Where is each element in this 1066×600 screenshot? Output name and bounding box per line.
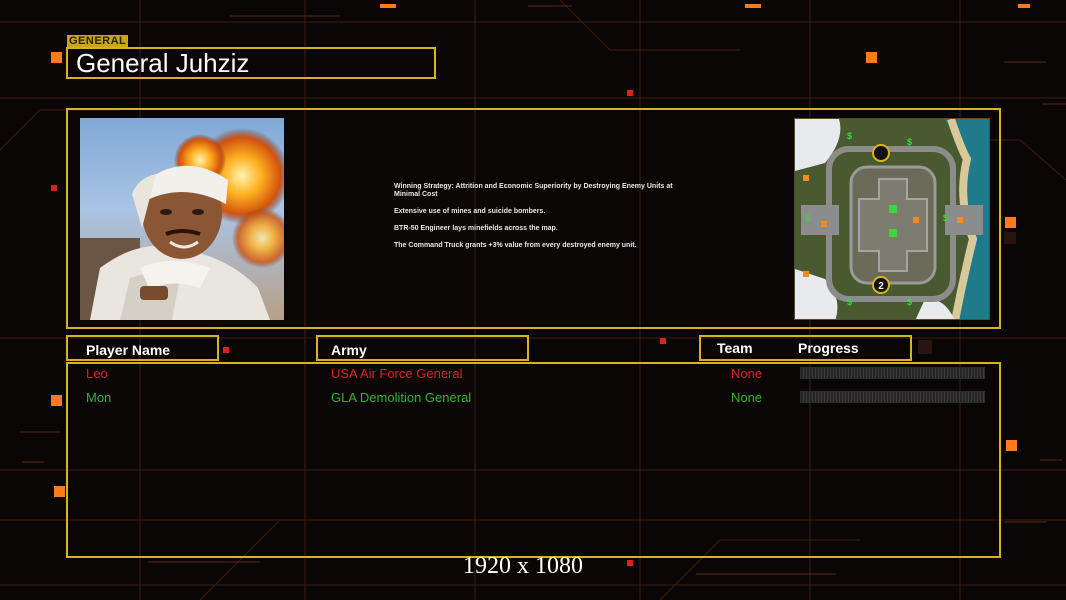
map-start-position-2: 2 [878, 281, 884, 292]
map-supply-5: $ [847, 297, 852, 307]
map-supply-2: $ [907, 137, 912, 147]
strategy-line-winning: Winning Strategy: Attrition and Economic… [394, 183, 673, 198]
team-header: Team [717, 340, 753, 356]
player-name-1: Leo [86, 366, 108, 381]
player-team-2: None [731, 390, 763, 405]
strategy-line-mines: Extensive use of mines and suicide bombe… [394, 208, 546, 215]
progress-header: Progress [798, 340, 859, 356]
page-title: General Juhziz [76, 48, 250, 78]
portrait-image [80, 128, 284, 320]
strategy-description: Winning Strategy: Attrition and Economic… [394, 183, 694, 259]
player-name-2: Mon [86, 390, 112, 405]
player-name-header: Player Name [86, 342, 171, 358]
map-supply-1: $ [847, 131, 852, 141]
general-portrait [80, 118, 284, 320]
map-supply-6: $ [907, 297, 912, 307]
map-thumbnail: 2 $ $ $ $ $ $ [794, 118, 990, 320]
resolution-label: 1920 x 1080 [463, 553, 583, 579]
player-team-1: None [731, 366, 763, 381]
strategy-line-command-truck: The Command Truck grants +3% value from … [394, 242, 637, 249]
player-army-2: GLA Demolition General [331, 390, 472, 405]
army-header: Army [331, 342, 367, 358]
map-thumbnail-icon: 2 $ $ $ $ $ $ [795, 119, 989, 319]
strategy-line-engineer: BTR-50 Engineer lays minefields across t… [394, 225, 558, 232]
map-supply-3: $ [805, 213, 810, 223]
player-progress-bar-2 [800, 391, 985, 403]
player-progress-bar-1 [800, 367, 985, 379]
player-army-1: USA Air Force General [331, 366, 463, 381]
map-supply-4: $ [943, 213, 948, 223]
